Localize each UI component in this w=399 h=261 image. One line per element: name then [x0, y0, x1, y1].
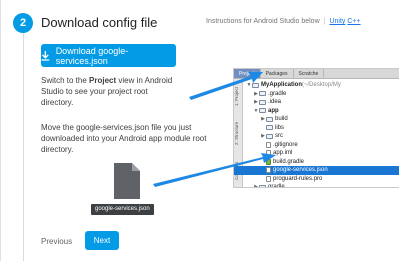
- tree-row: ▶ .gradle: [246, 90, 399, 99]
- folder-icon: [252, 82, 259, 88]
- tree-row: ▼ MyApplication (~/Desktop/My: [246, 81, 399, 90]
- tree-row: ▶ src: [246, 132, 399, 141]
- folder-icon: [266, 116, 273, 122]
- tree-row-label: build.gradle: [273, 158, 305, 165]
- file-icon: [266, 150, 271, 157]
- android-studio-screenshot: Project Packages Scratche 1: Project 2: …: [233, 68, 399, 188]
- tree-row: ▶ .idea: [246, 98, 399, 107]
- folder-icon: [259, 108, 266, 114]
- next-button[interactable]: Next: [85, 231, 119, 250]
- step-title: Download config file: [41, 15, 158, 30]
- json-file-icon: [114, 163, 140, 199]
- ide-tab-bar: Project Packages Scratche: [234, 69, 399, 79]
- move-file-instruction: Move the google-services.json file you j…: [41, 123, 207, 154]
- platform-instructions: Instructions for Android Studio below | Un…: [206, 18, 361, 25]
- project-tree: ▼ MyApplication (~/Desktop/My ▶ .gradle ▶ .id…: [234, 81, 399, 188]
- file-icon: [266, 175, 271, 182]
- file-icon: [266, 141, 271, 148]
- download-button-label: Download google-services.json: [55, 45, 129, 66]
- previous-button[interactable]: Previous: [41, 237, 72, 246]
- ide-tab-project: Project: [234, 69, 261, 78]
- setup-step-card: 2 Download config file Instructions for …: [0, 0, 399, 261]
- instruction-bold: Project: [89, 76, 117, 85]
- ide-tab-scratches: Scratche: [294, 69, 325, 78]
- tree-row-label: proguard-rules.pro: [273, 175, 323, 182]
- tree-row-label: src: [275, 133, 283, 139]
- gradle-file-icon: [266, 158, 271, 165]
- download-config-button[interactable]: Download google-services.json: [41, 44, 176, 67]
- tree-row: ▼ app: [246, 107, 399, 116]
- instructions-text: Instructions for Android Studio below: [206, 18, 320, 25]
- separator: |: [323, 18, 326, 25]
- tree-row: .gitignore: [246, 141, 399, 150]
- tree-row-label: MyApplication: [261, 82, 303, 88]
- step-rail: [23, 30, 24, 261]
- tree-row-label: google-services.json: [273, 167, 328, 173]
- unity-link[interactable]: Unity: [329, 18, 345, 25]
- folder-icon: [259, 91, 266, 97]
- tree-row: app.iml: [246, 149, 399, 158]
- cpp-link[interactable]: C++: [347, 18, 360, 25]
- tree-row-label: libs: [275, 124, 285, 131]
- side-label-structure: 2: Structure: [234, 121, 239, 145]
- file-icon: [266, 167, 271, 174]
- tree-row-label: .idea: [268, 99, 282, 105]
- tree-row: ▶ gradle: [246, 183, 399, 188]
- tree-row: build.gradle: [246, 158, 399, 167]
- tree-row-path: (~/Desktop/My: [302, 82, 341, 88]
- tree-row-label: .gradle: [268, 90, 287, 97]
- tree-row-label: app: [268, 107, 279, 114]
- side-label-project: 1: Project: [234, 86, 239, 106]
- folder-icon: [266, 125, 273, 131]
- ide-tab-packages: Packages: [261, 69, 294, 78]
- tree-row: google-services.json: [234, 166, 399, 175]
- tree-row-label: app.iml: [273, 150, 293, 156]
- step-number-badge: 2: [13, 13, 33, 33]
- tree-row-label: build: [275, 116, 288, 122]
- tree-row: ▶ build: [246, 115, 399, 124]
- file-name-label: google-services.json: [91, 204, 154, 215]
- folder-icon: [259, 99, 266, 105]
- tree-row: proguard-rules.pro: [246, 175, 399, 184]
- tree-row-label: .gitignore: [273, 141, 298, 148]
- tree-row: libs: [246, 124, 399, 133]
- download-icon: [41, 50, 50, 61]
- project-view-instruction: Switch to the Project view in Android St…: [41, 75, 181, 108]
- folder-icon: [266, 133, 273, 139]
- tree-row-label: gradle: [268, 184, 285, 188]
- folder-icon: [259, 184, 266, 187]
- instruction-text: Switch to the: [41, 76, 90, 85]
